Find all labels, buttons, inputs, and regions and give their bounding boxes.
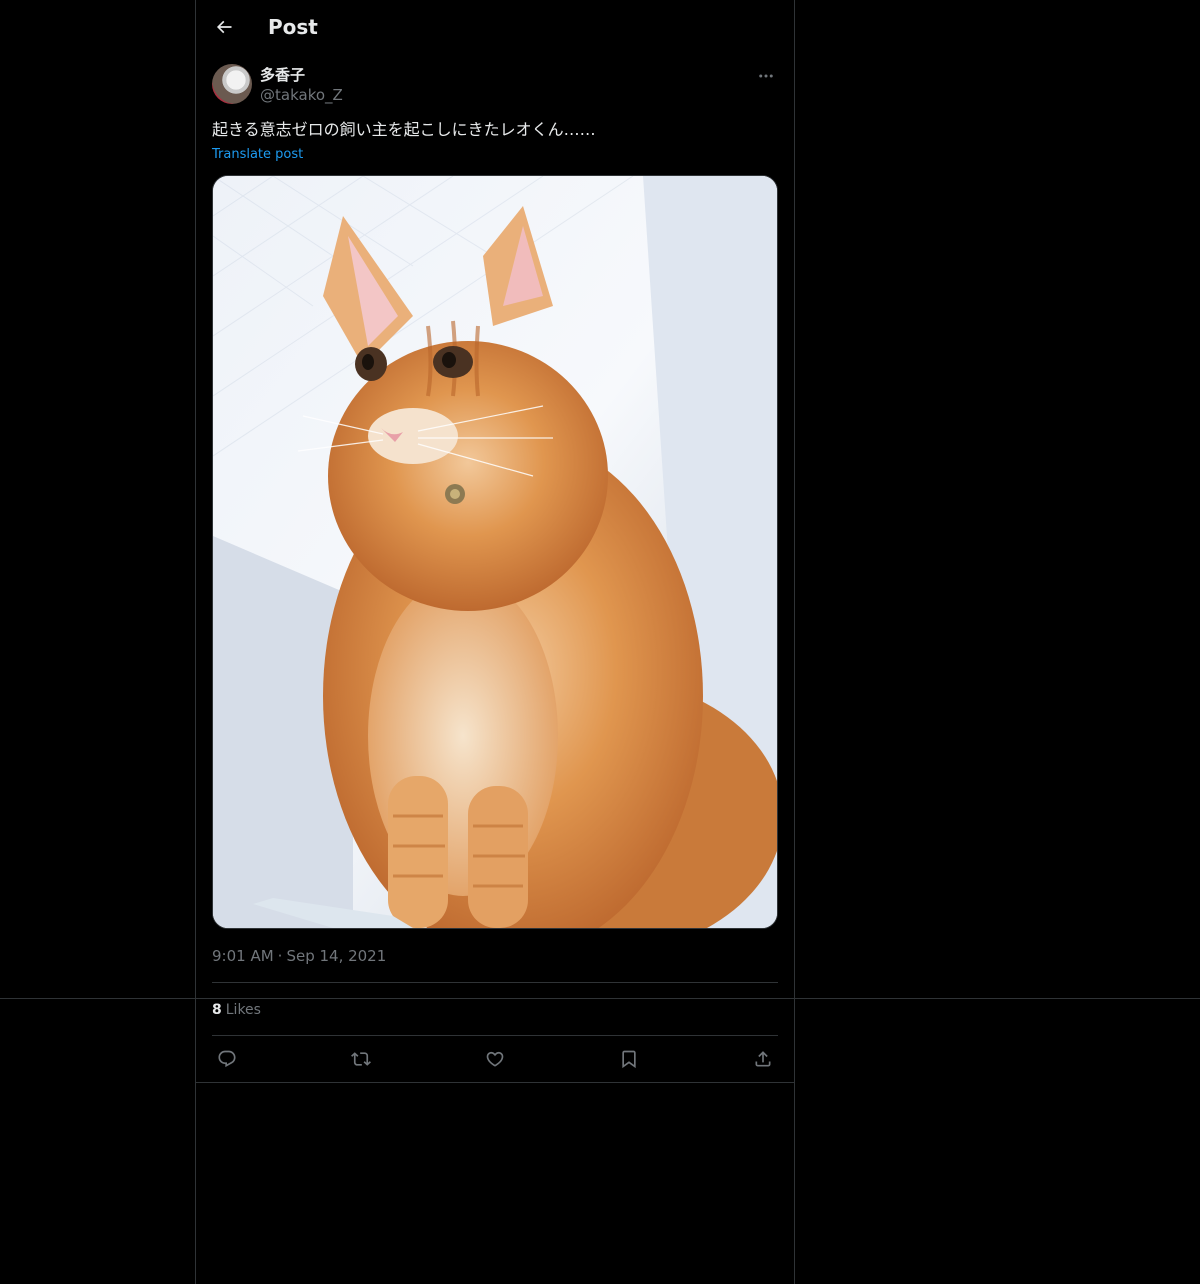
share-icon [755, 1051, 771, 1067]
post-author-row: 多香子 @takako_Z [212, 64, 778, 108]
author-handle[interactable]: @takako_Z [260, 86, 343, 104]
likes-count: 8 [212, 1002, 222, 1018]
arrow-left-icon [216, 20, 232, 34]
reply-icon [218, 1050, 236, 1068]
post-time: 9:01 AM [212, 947, 274, 965]
heart-icon [486, 1051, 504, 1067]
page-header: Post [196, 0, 794, 54]
author-display-name[interactable]: 多香子 [260, 66, 305, 84]
avatar[interactable] [212, 64, 252, 104]
reply-button[interactable] [212, 1044, 242, 1074]
bookmark-icon [622, 1050, 636, 1069]
back-button[interactable] [208, 11, 240, 43]
repost-icon [351, 1052, 371, 1066]
more-options-button[interactable] [754, 64, 778, 88]
share-button[interactable] [748, 1044, 778, 1074]
timestamp-separator: · [277, 947, 283, 965]
post-date: Sep 14, 2021 [286, 947, 387, 965]
likes-count-link[interactable]: 8 Likes [212, 1000, 261, 1020]
cat-photo-illustration [213, 176, 777, 928]
page-title: Post [268, 15, 318, 39]
ellipsis-icon [759, 74, 773, 78]
post-media-photo[interactable] [212, 175, 778, 929]
bookmark-button[interactable] [614, 1044, 644, 1074]
post-action-bar [212, 1036, 778, 1082]
translate-post-link[interactable]: Translate post [212, 146, 303, 164]
divider [196, 1082, 794, 1083]
main-column: Post 多香子 @takako_Z 起きる意志ゼロの飼い主を起こしにきたレオく… [195, 0, 795, 1284]
repost-button[interactable] [346, 1044, 376, 1074]
likes-label: Likes [225, 1002, 261, 1018]
post-timestamp[interactable]: 9:01 AM · Sep 14, 2021 [212, 946, 386, 966]
like-button[interactable] [480, 1044, 510, 1074]
post-text: 起きる意志ゼロの飼い主を起こしにきたレオくん…… [212, 120, 596, 139]
divider [212, 982, 778, 983]
